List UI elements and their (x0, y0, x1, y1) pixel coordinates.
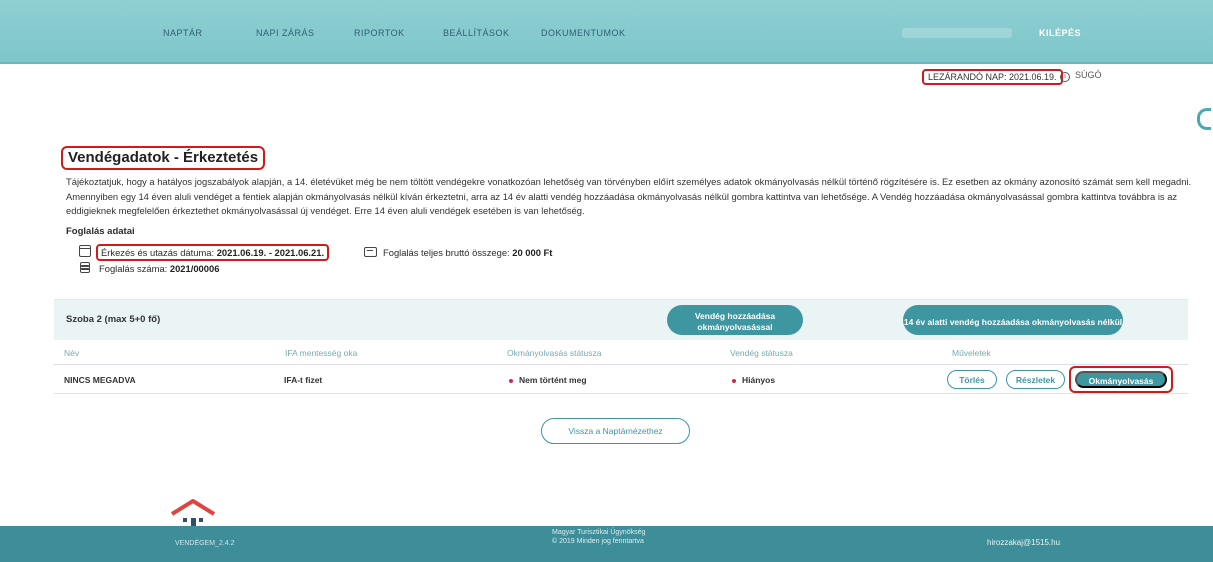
closing-day-badge: LEZÁRANDÓ NAP: 2021.06.19. (922, 69, 1063, 85)
room-header: Szoba 2 (max 5+0 fő) Vendég hozzáadása o… (54, 299, 1188, 340)
help-label: SÚGÓ (1075, 70, 1102, 80)
table-row: NINCS MEGADVA IFA-t fizet Nem történt me… (54, 366, 1188, 394)
col-ifa: IFA mentesség oka (285, 348, 358, 358)
add-under14-guest-button[interactable]: 14 év alatti vendég hozzáadása okmányolv… (903, 305, 1123, 335)
nav-daily-closing[interactable]: NAPI ZÁRÁS (256, 28, 315, 38)
nav-reports[interactable]: RIPORTOK (354, 28, 405, 38)
number-label: Foglalás száma: (99, 263, 170, 274)
col-guest-status: Vendég státusza (730, 348, 793, 358)
doc-read-button[interactable]: Okmányolvasás (1075, 371, 1167, 388)
total-label: Foglalás teljes bruttó összege: (383, 247, 513, 258)
number-value: 2021/00006 (169, 263, 220, 274)
status-dot-icon (509, 378, 513, 383)
guest-status: Hiányos (732, 375, 775, 385)
nav-documents[interactable]: DOKUMENTUMOK (541, 28, 626, 38)
guest-status-text: Hiányos (742, 375, 776, 385)
dates-label: Érkezés és utazás dátuma: (101, 247, 217, 258)
guest-name: NINCS MEGADVA (64, 375, 136, 385)
doc-status: Nem történt meg (509, 375, 587, 385)
info-icon: i (1060, 72, 1070, 82)
guest-ifa: IFA-t fizet (284, 375, 323, 385)
footer-org: Magyar Turisztikai Ügynökség (552, 529, 646, 536)
footer-copyright: © 2019 Minden jog fenntartva (552, 538, 644, 545)
layers-icon (79, 262, 91, 274)
user-name-redacted (902, 28, 1012, 38)
back-to-calendar-button[interactable]: Vissza a Naptárnézethez (541, 418, 690, 444)
col-actions: Műveletek (952, 348, 991, 358)
total-value: 20 000 Ft (512, 247, 553, 258)
booking-number: Foglalás száma: 2021/00006 (99, 263, 219, 274)
page-title: Vendégadatok - Érkeztetés (61, 146, 266, 170)
payment-icon (364, 247, 377, 257)
nav-settings[interactable]: BEÁLLÍTÁSOK (443, 28, 510, 38)
footer-center: Magyar Turisztikai Ügynökség © 2019 Mind… (552, 528, 645, 546)
calendar-icon (79, 245, 91, 257)
logout-link[interactable]: KILÉPÉS (1039, 28, 1081, 38)
version-label: VENDÉGEM_2.4.2 (175, 540, 235, 547)
add-guest-with-doc-button[interactable]: Vendég hozzáadása okmányolvasással (667, 305, 803, 335)
details-button[interactable]: Részletek (1006, 370, 1065, 389)
nav-calendar[interactable]: NAPTÁR (163, 28, 203, 38)
status-dot-icon (732, 378, 736, 383)
doc-status-text: Nem történt meg (519, 375, 587, 385)
table-header: Név IFA mentesség oka Okmányolvasás stát… (54, 340, 1188, 365)
room-name: Szoba 2 (max 5+0 fő) (66, 314, 161, 325)
booking-total: Foglalás teljes bruttó összege: 20 000 F… (383, 247, 552, 258)
dates-value: 2021.06.19. - 2021.06.21. (216, 247, 325, 258)
doc-read-highlight: Okmányolvasás (1069, 366, 1173, 393)
intro-text: Tájékoztatjuk, hogy a hatályos jogszabál… (66, 176, 1192, 216)
col-name: Név (64, 348, 80, 358)
col-doc-status: Okmányolvasás státusza (507, 348, 602, 358)
delete-button[interactable]: Törlés (947, 370, 997, 389)
footer: VENDÉGEM_2.4.2 Magyar Turisztikai Ügynök… (0, 526, 1213, 562)
footer-email[interactable]: hirozzakaj@1515.hu (987, 538, 1060, 547)
booking-section-title: Foglalás adatai (66, 226, 135, 237)
house-logo-icon (170, 499, 216, 528)
booking-dates: Érkezés és utazás dátuma: 2021.06.19. - … (96, 244, 330, 261)
help-link[interactable]: i SÚGÓ (1060, 70, 1102, 82)
headset-icon[interactable] (1197, 108, 1211, 130)
top-navbar: NAPTÁR NAPI ZÁRÁS RIPORTOK BEÁLLÍTÁSOK D… (0, 0, 1213, 64)
